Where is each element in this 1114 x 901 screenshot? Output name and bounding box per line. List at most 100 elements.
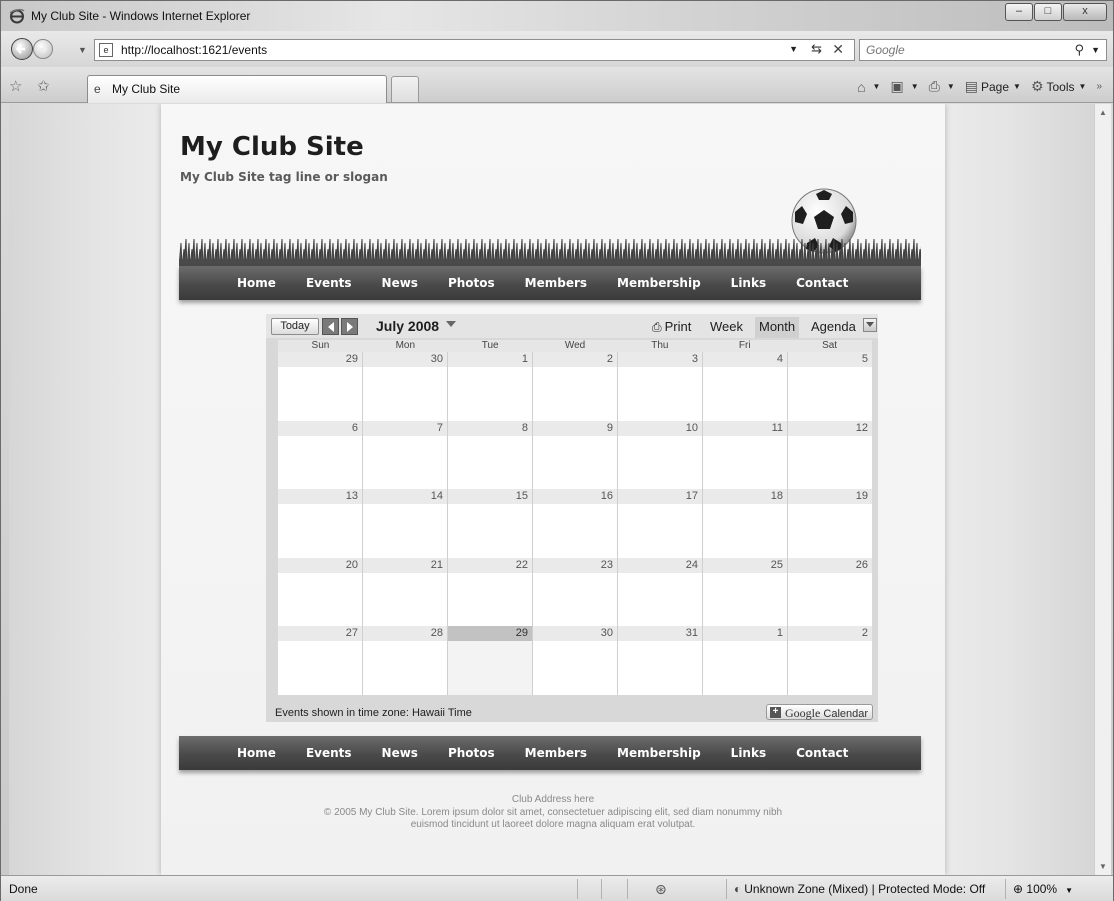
page-menu[interactable]: ▤ Page ▼: [965, 78, 1021, 95]
footer-nav-links[interactable]: Links: [731, 746, 766, 760]
new-tab-button[interactable]: [391, 76, 419, 102]
calendar-day-cell[interactable]: 17: [618, 489, 703, 558]
nav-members[interactable]: Members: [525, 276, 587, 290]
refresh-icon[interactable]: ⇆: [811, 41, 822, 57]
calendar-day-cell[interactable]: 19: [788, 489, 872, 558]
search-icon[interactable]: ⚲: [1074, 42, 1084, 58]
home-icon: ⌂: [857, 78, 866, 95]
tab-month[interactable]: Month: [755, 317, 800, 338]
tab-week[interactable]: Week: [706, 317, 747, 338]
add-favorites-icon[interactable]: ✩: [37, 77, 50, 95]
zoom-control[interactable]: ⊕ 100% ▼: [1013, 882, 1073, 896]
calendar-day-cell[interactable]: 29: [278, 352, 363, 421]
footer-nav-events[interactable]: Events: [306, 746, 352, 760]
calendar-day-cell[interactable]: 30: [363, 352, 448, 421]
day-number: 9: [533, 420, 617, 436]
footer-nav-contact[interactable]: Contact: [796, 746, 848, 760]
calendar-day-cell[interactable]: 5: [788, 352, 872, 421]
nav-membership[interactable]: Membership: [617, 276, 701, 290]
calendar-day-cell[interactable]: 2: [533, 352, 618, 421]
calendar-day-cell[interactable]: 2: [788, 626, 872, 695]
calendar-day-cell[interactable]: 25: [703, 557, 788, 627]
scroll-down-icon[interactable]: ▼: [1099, 862, 1107, 871]
forward-button[interactable]: [33, 39, 53, 59]
previous-month-button[interactable]: [322, 318, 339, 335]
scroll-up-icon[interactable]: ▲: [1099, 108, 1107, 117]
close-button[interactable]: x: [1063, 3, 1107, 21]
favorites-center-icon[interactable]: ☆: [9, 77, 22, 95]
day-number: 11: [703, 420, 787, 436]
calendar-day-cell[interactable]: 4: [703, 352, 788, 421]
tab-bar: ☆ ✩ e My Club Site ⌂ ▼ ▣ ▼ ⎙ ▼ ▤ Page ▼ ⚙ Tool…: [1, 67, 1113, 103]
month-picker-dropdown-icon[interactable]: [446, 321, 456, 328]
calendar-day-cell[interactable]: 10: [618, 420, 703, 490]
today-button[interactable]: Today: [271, 318, 319, 335]
minimize-button[interactable]: ‒: [1005, 3, 1033, 21]
calendar-day-today[interactable]: 29: [448, 626, 533, 695]
calendar-day-cell[interactable]: 27: [278, 626, 363, 695]
home-button[interactable]: ⌂ ▼: [857, 79, 880, 95]
print-button[interactable]: ⎙ ▼: [929, 78, 955, 95]
footer-nav-home[interactable]: Home: [237, 746, 276, 760]
calendar-day-cell[interactable]: 31: [618, 626, 703, 695]
nav-photos[interactable]: Photos: [448, 276, 495, 290]
tab-agenda[interactable]: Agenda: [807, 317, 860, 338]
next-month-button[interactable]: [341, 318, 358, 335]
nav-news[interactable]: News: [382, 276, 418, 290]
add-to-google-calendar-button[interactable]: + Google Calendar: [766, 704, 873, 720]
calendar-day-cell[interactable]: 23: [533, 557, 618, 627]
tools-menu[interactable]: ⚙ Tools ▼: [1031, 78, 1087, 95]
calendar-day-cell[interactable]: 7: [363, 420, 448, 490]
privacy-report-icon[interactable]: ⊛: [655, 881, 667, 898]
calendar-day-cell[interactable]: 12: [788, 420, 872, 490]
feeds-button[interactable]: ▣ ▼: [890, 78, 918, 95]
calendar-day-cell[interactable]: 21: [363, 557, 448, 627]
calendar-day-cell[interactable]: 8: [448, 420, 533, 490]
calendar-day-cell[interactable]: 3: [618, 352, 703, 421]
url-dropdown-icon[interactable]: ▼: [789, 44, 798, 54]
footer-nav-membership[interactable]: Membership: [617, 746, 701, 760]
stop-icon[interactable]: ✕: [832, 41, 844, 58]
day-number: 5: [788, 352, 872, 367]
nav-events[interactable]: Events: [306, 276, 352, 290]
footer-nav-news[interactable]: News: [382, 746, 418, 760]
footer-nav-photos[interactable]: Photos: [448, 746, 495, 760]
calendar-day-cell[interactable]: 30: [533, 626, 618, 695]
calendar-day-cell[interactable]: 26: [788, 557, 872, 627]
nav-contact[interactable]: Contact: [796, 276, 848, 290]
calendar-day-cell[interactable]: 22: [448, 557, 533, 627]
footer-nav-members[interactable]: Members: [525, 746, 587, 760]
search-input[interactable]: Google ⚲ ▼: [859, 39, 1107, 61]
calendar-day-cell[interactable]: 11: [703, 420, 788, 490]
calendar-day-cell[interactable]: 20: [278, 557, 363, 627]
security-zone[interactable]: ◐ Unknown Zone (Mixed) | Protected Mode: …: [734, 882, 985, 896]
nav-links[interactable]: Links: [731, 276, 766, 290]
vertical-scrollbar[interactable]: ▲ ▼: [1094, 104, 1111, 875]
calendar-day-cell[interactable]: 28: [363, 626, 448, 695]
day-number: 19: [788, 489, 872, 505]
calendar-day-cell[interactable]: 9: [533, 420, 618, 490]
current-month-label[interactable]: July 2008: [376, 318, 439, 334]
calendar-day-cell[interactable]: 1: [703, 626, 788, 695]
calendar-day-cell[interactable]: 16: [533, 489, 618, 558]
calendar-day-cell[interactable]: 18: [703, 489, 788, 558]
zoom-dropdown-icon: ▼: [1065, 886, 1074, 895]
command-bar: ⌂ ▼ ▣ ▼ ⎙ ▼ ▤ Page ▼ ⚙ Tools ▼ »: [847, 78, 1105, 95]
calendar-day-cell[interactable]: 13: [278, 489, 363, 558]
calendar-day-cell[interactable]: 14: [363, 489, 448, 558]
maximize-button[interactable]: □: [1034, 3, 1062, 21]
search-options-dropdown-icon[interactable]: ▼: [1091, 45, 1100, 55]
calendar-day-cell[interactable]: 24: [618, 557, 703, 627]
calendar-day-cell[interactable]: 15: [448, 489, 533, 558]
chevron-more-icon[interactable]: »: [1096, 81, 1105, 92]
nav-home[interactable]: Home: [237, 276, 276, 290]
address-field[interactable]: e http://localhost:1621/events ▼ ⇆ ✕: [94, 39, 855, 61]
calendar-day-cell[interactable]: 1: [448, 352, 533, 421]
tab-my-club-site[interactable]: e My Club Site: [87, 75, 387, 103]
print-link[interactable]: ⎙ Print: [652, 319, 691, 335]
recent-pages-dropdown-icon[interactable]: ▼: [78, 45, 87, 55]
view-options-dropdown[interactable]: [863, 318, 877, 332]
zoom-icon: ⊕: [1013, 882, 1024, 896]
calendar-day-cell[interactable]: 6: [278, 420, 363, 490]
back-button[interactable]: [11, 38, 33, 60]
